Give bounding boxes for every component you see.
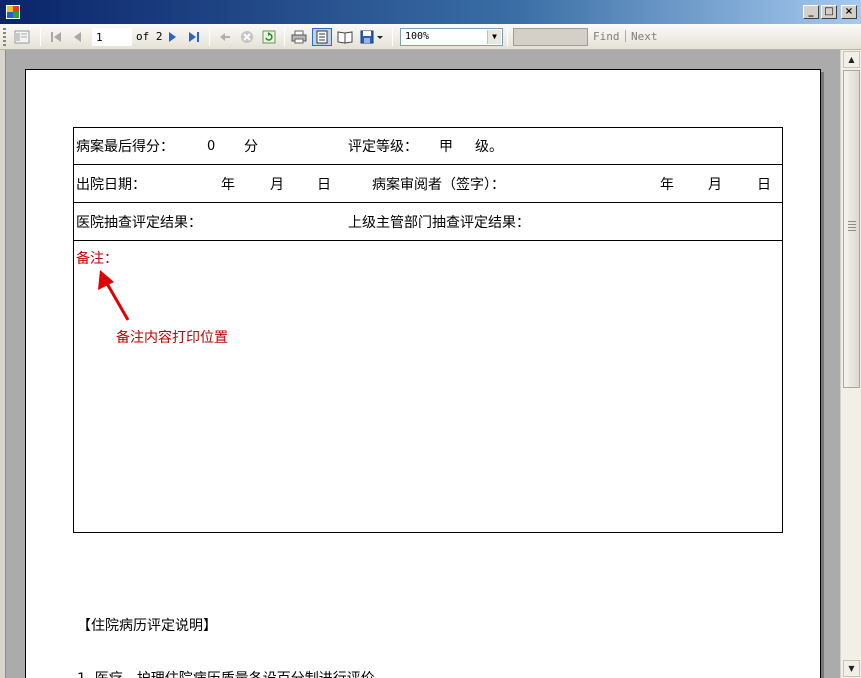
minimize-button[interactable]: _ [803,5,819,19]
maximize-button[interactable]: □ [821,5,837,19]
toolbar-separator [284,28,285,46]
page-count-label: of 2 [136,30,163,43]
chevron-down-icon[interactable]: ▼ [487,30,501,44]
remarks-print-position-note: 备注内容打印位置 [116,330,228,346]
document-map-icon[interactable] [12,28,32,46]
evaluation-notes-title: 【住院病历评定说明】 [77,618,217,634]
check-results-row: 医院抽查评定结果： 上级主管部门抽查评定结果： [74,203,782,241]
find-text-input[interactable] [513,28,588,46]
print-icon[interactable] [289,28,309,46]
hospital-check-label: 医院抽查评定结果： [76,215,202,231]
reviewer-label: 病案审阅者（签字）： [372,177,505,193]
discharge-row: 出院日期： 年 月 日 病案审阅者（签字）： 年 月 日 [74,165,782,203]
next-page-icon[interactable] [162,28,182,46]
review-month: 月 [708,177,722,193]
score-value: 0 [207,139,216,154]
evaluation-form: 病案最后得分： 0 分 评定等级： 甲 级。 出院日期： 年 月 日 病案审阅者… [73,127,783,533]
evaluation-notes-line-1: 1. 医疗、护理住院病历质量各设百分制进行评价 [77,668,375,678]
vertical-scrollbar[interactable]: ▲ ▼ [840,50,861,678]
grade-value: 甲 [439,139,453,155]
current-page-input[interactable] [92,28,132,46]
report-toolbar: of 2 100% ▼ Find Next [0,24,861,50]
discharge-date-label: 出院日期： [76,177,146,193]
last-page-icon[interactable] [184,28,204,46]
toolbar-grip[interactable] [3,28,6,46]
left-panel-edge [0,50,6,678]
grade-label: 评定等级： [348,139,418,155]
annotation-arrow [98,270,130,321]
window-controls: _ □ × [803,5,857,19]
close-button[interactable]: × [841,5,857,19]
review-day: 日 [757,177,771,193]
find-link[interactable]: Find [593,30,620,43]
stop-icon[interactable] [237,28,257,46]
discharge-year: 年 [221,177,235,193]
scroll-up-button[interactable]: ▲ [843,51,860,68]
title-bar: _ □ × [0,0,861,24]
grade-suffix: 级。 [475,139,503,155]
page-setup-icon[interactable] [335,28,355,46]
refresh-icon[interactable] [259,28,279,46]
score-row: 病案最后得分： 0 分 评定等级： 甲 级。 [74,128,782,165]
discharge-month: 月 [270,177,284,193]
review-year: 年 [660,177,674,193]
score-unit: 分 [244,139,258,155]
previous-page-icon[interactable] [68,28,88,46]
report-viewer[interactable]: 病案最后得分： 0 分 评定等级： 甲 级。 出院日期： 年 月 日 病案审阅者… [0,50,861,678]
back-icon[interactable] [215,28,235,46]
app-icon[interactable] [6,5,20,19]
toolbar-separator [507,28,508,46]
scroll-thumb[interactable] [843,70,860,388]
first-page-icon[interactable] [46,28,66,46]
toolbar-separator [392,28,393,46]
score-label: 病案最后得分： [76,139,174,155]
toolbar-separator [209,28,210,46]
find-separator [625,30,626,42]
zoom-select[interactable]: 100% ▼ [400,28,503,46]
discharge-day: 日 [317,177,331,193]
remarks-label: 备注： [76,251,118,267]
scroll-down-button[interactable]: ▼ [843,660,860,677]
zoom-value: 100% [405,31,430,42]
export-icon[interactable] [358,28,386,46]
report-page: 病案最后得分： 0 分 评定等级： 甲 级。 出院日期： 年 月 日 病案审阅者… [25,69,821,678]
supervisor-check-label: 上级主管部门抽查评定结果： [348,215,530,231]
toolbar-separator [40,28,41,46]
print-layout-icon[interactable] [312,28,332,46]
next-link[interactable]: Next [631,30,658,43]
